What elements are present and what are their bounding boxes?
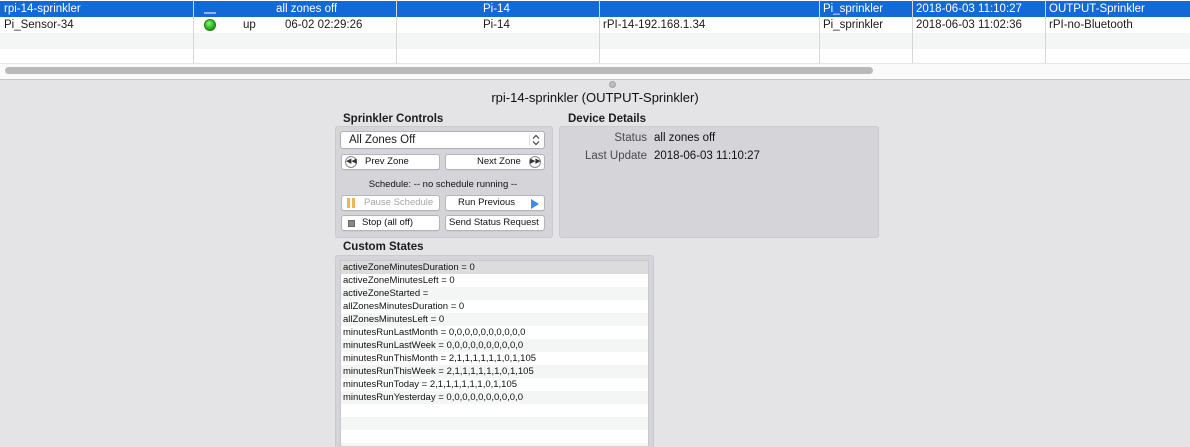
list-item[interactable]: activeZoneMinutesLeft = 0 xyxy=(341,274,648,287)
sprinkler-controls-title: Sprinkler Controls xyxy=(343,113,444,125)
device-details-title: Device Details xyxy=(568,113,646,125)
list-item[interactable]: minutesRunYesterday = 0,0,0,0,0,0,0,0,0,… xyxy=(341,391,648,404)
list-item[interactable]: minutesRunLastMonth = 0,0,0,0,0,0,0,0,0,… xyxy=(341,326,648,339)
list-item[interactable]: activeZoneStarted = xyxy=(341,287,648,300)
device-name: rpi-14-sprinkler xyxy=(4,3,81,15)
column-divider xyxy=(396,0,397,63)
column-divider xyxy=(193,0,194,63)
list-item-empty xyxy=(341,404,648,417)
last-update-value: 2018-06-03 11:10:27 xyxy=(654,150,760,162)
run-previous-label: Run Previous xyxy=(458,197,516,208)
table-row[interactable]: rpi-14-sprinkler all zones off Pi-14 Pi_… xyxy=(0,1,1190,17)
device-folder: Pi-14 xyxy=(483,3,510,15)
prev-zone-label: Prev Zone xyxy=(365,156,409,167)
split-view-grip-icon[interactable] xyxy=(609,81,616,88)
table-row[interactable]: Pi_Sensor-34 up 06-02 02:29:26 Pi-14 rPI… xyxy=(0,17,1190,33)
fast-forward-icon: ▶▶ xyxy=(529,156,541,168)
device-type: rPI-no-Bluetooth xyxy=(1049,19,1133,31)
rewind-icon: ◀◀ xyxy=(345,156,357,168)
device-model: Pi_sprinkler xyxy=(823,3,884,15)
state-dash-icon xyxy=(204,12,216,14)
schedule-status: Schedule: -- no schedule running -- xyxy=(368,179,518,190)
list-item-empty xyxy=(341,430,648,443)
list-item[interactable]: minutesRunThisMonth = 2,1,1,1,1,1,1,0,1,… xyxy=(341,352,648,365)
custom-states-title: Custom States xyxy=(343,241,424,253)
list-item[interactable]: minutesRunToday = 2,1,1,1,1,1,1,0,1,105 xyxy=(341,378,648,391)
list-item[interactable]: minutesRunThisWeek = 2,1,1,1,1,1,1,0,1,1… xyxy=(341,365,648,378)
column-divider xyxy=(819,0,820,63)
list-item[interactable]: minutesRunLastWeek = 0,0,0,0,0,0,0,0,0,0 xyxy=(341,339,648,352)
next-zone-button[interactable]: Next Zone ▶▶ xyxy=(445,154,545,170)
device-state: all zones off xyxy=(276,3,338,15)
column-divider xyxy=(599,0,600,63)
status-text: up xyxy=(243,19,256,31)
pause-schedule-label: Pause Schedule xyxy=(364,197,434,208)
status-value: all zones off xyxy=(654,132,716,144)
list-item-empty xyxy=(341,417,648,430)
status-label: Status xyxy=(614,132,647,144)
pause-schedule-button[interactable]: Pause Schedule xyxy=(341,195,440,211)
device-last-changed: 2018-06-03 11:10:27 xyxy=(916,3,1022,15)
stop-all-button[interactable]: Stop (all off) xyxy=(341,215,440,231)
column-divider xyxy=(1045,0,1046,63)
pause-icon xyxy=(347,198,355,208)
list-item[interactable]: activeZoneMinutesDuration = 0 xyxy=(341,261,648,274)
send-status-request-label: Send Status Request xyxy=(449,217,539,228)
run-previous-button[interactable]: Run Previous xyxy=(445,195,545,211)
next-zone-label: Next Zone xyxy=(477,156,521,167)
last-update-label: Last Update xyxy=(584,150,647,162)
table-row-empty xyxy=(0,49,1190,63)
zone-select-value: All Zones Off xyxy=(349,134,416,146)
prev-zone-button[interactable]: ◀◀ Prev Zone xyxy=(341,154,440,170)
horizontal-scrollbar[interactable] xyxy=(5,67,873,74)
device-model: Pi_sprinkler xyxy=(823,19,884,31)
device-state: 06-02 02:29:26 xyxy=(285,19,363,31)
table-row-empty xyxy=(0,33,1190,49)
device-last-changed: 2018-06-03 11:02:36 xyxy=(916,19,1022,31)
stop-all-label: Stop (all off) xyxy=(362,217,414,228)
device-table: rpi-14-sprinkler all zones off Pi-14 Pi_… xyxy=(0,0,1190,80)
column-divider xyxy=(912,0,913,63)
zone-select[interactable]: All Zones Off xyxy=(340,131,545,149)
stop-icon xyxy=(348,220,355,227)
device-folder: Pi-14 xyxy=(483,19,510,31)
send-status-request-button[interactable]: Send Status Request xyxy=(445,215,545,231)
custom-states-list[interactable]: activeZoneMinutesDuration = 0 activeZone… xyxy=(340,260,649,446)
device-address: rPI-14-192.168.1.34 xyxy=(603,19,706,31)
device-name: Pi_Sensor-34 xyxy=(4,19,74,31)
status-green-dot-icon xyxy=(204,19,216,31)
list-item[interactable]: allZonesMinutesLeft = 0 xyxy=(341,313,648,326)
chevron-updown-icon xyxy=(529,133,543,147)
device-type: OUTPUT-Sprinkler xyxy=(1049,3,1145,15)
list-item[interactable]: allZonesMinutesDuration = 0 xyxy=(341,300,648,313)
play-icon xyxy=(531,199,539,209)
device-title: rpi-14-sprinkler (OUTPUT-Sprinkler) xyxy=(491,90,699,105)
